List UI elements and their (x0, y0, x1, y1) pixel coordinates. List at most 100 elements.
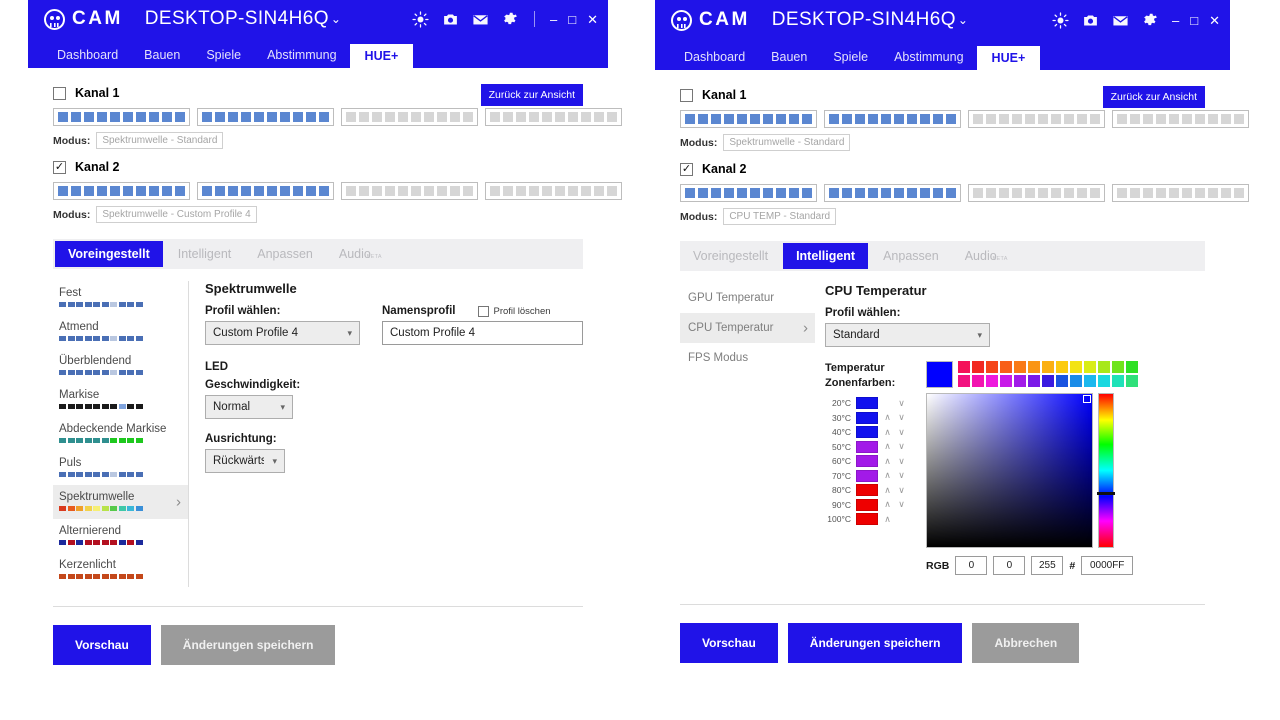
close-button[interactable]: ✕ (587, 13, 598, 26)
palette-swatch[interactable] (1056, 361, 1068, 373)
hue-slider[interactable] (1097, 393, 1115, 548)
subtab-anpassen[interactable]: Anpassen (244, 239, 326, 269)
nav-tab-bauen[interactable]: Bauen (758, 44, 820, 70)
subtab-intelligent[interactable]: Intelligent (165, 239, 245, 269)
chevron-up-icon[interactable]: ∧ (883, 485, 892, 496)
nav-tab-hueplus[interactable]: HUE+ (976, 46, 1041, 70)
palette-swatch[interactable] (1000, 361, 1012, 373)
palette-swatch[interactable] (1084, 361, 1096, 373)
minimize-button[interactable]: – (1172, 14, 1179, 27)
led-strip[interactable] (485, 182, 622, 200)
chevron-up-icon[interactable]: ∧ (883, 456, 892, 467)
hue-slider-knob[interactable] (1097, 491, 1115, 495)
save-changes-button[interactable]: Änderungen speichern (787, 623, 963, 663)
led-strip[interactable] (824, 184, 961, 202)
palette-swatch[interactable] (1042, 375, 1054, 387)
led-strip[interactable] (968, 110, 1105, 128)
palette-swatch[interactable] (986, 361, 998, 373)
palette-swatch[interactable] (1126, 375, 1138, 387)
led-strip[interactable] (53, 108, 190, 126)
save-changes-button[interactable]: Änderungen speichern (160, 625, 336, 665)
led-strip[interactable] (824, 110, 961, 128)
palette-swatch[interactable] (1070, 361, 1082, 373)
profile-select[interactable]: Custom Profile 4 ▾ (205, 321, 360, 345)
nav-tab-abstimmung[interactable]: Abstimmung (881, 44, 976, 70)
led-strip[interactable] (680, 184, 817, 202)
chevron-down-icon[interactable]: ∨ (897, 427, 906, 438)
chevron-up-icon[interactable]: ∧ (883, 412, 892, 423)
led-strip[interactable] (53, 182, 190, 200)
zone-color-swatch[interactable] (856, 411, 878, 424)
palette-swatch[interactable] (972, 375, 984, 387)
palette-swatch[interactable] (1112, 361, 1124, 373)
machine-selector-left[interactable]: DESKTOP-SIN4H6Q ⌄ (145, 8, 342, 30)
palette-swatch[interactable] (1028, 361, 1040, 373)
preset-item[interactable]: Atmend (53, 315, 188, 349)
led-strip[interactable] (968, 184, 1105, 202)
rgb-green-input[interactable]: 0 (993, 556, 1026, 575)
channel-2-checkbox[interactable]: ✓ (53, 160, 66, 174)
chevron-down-icon[interactable]: ∨ (897, 456, 906, 467)
led-strip[interactable] (197, 108, 334, 126)
chevron-down-icon[interactable]: ∨ (897, 485, 906, 496)
gear-icon[interactable] (1142, 12, 1159, 29)
mail-icon[interactable] (1112, 12, 1129, 29)
chevron-down-icon[interactable]: ∨ (897, 412, 906, 423)
nav-tab-dashboard[interactable]: Dashboard (44, 42, 131, 68)
current-color-swatch[interactable] (926, 361, 953, 388)
chevron-down-icon[interactable]: ∨ (897, 499, 906, 510)
subtab-voreingestellt[interactable]: Voreingestellt (680, 241, 781, 271)
chevron-down-icon[interactable]: ∨ (897, 441, 906, 452)
chevron-down-icon[interactable]: ∨ (897, 470, 906, 481)
name-profile-input[interactable]: Custom Profile 4 (382, 321, 583, 345)
channel-2-checkbox[interactable]: ✓ (680, 162, 693, 176)
mail-icon[interactable] (472, 11, 489, 28)
smart-mode-item[interactable]: GPU Temperatur (680, 283, 815, 313)
nav-tab-spiele[interactable]: Spiele (820, 44, 881, 70)
brightness-icon[interactable] (1052, 11, 1069, 29)
palette-swatch[interactable] (1098, 375, 1110, 387)
close-button[interactable]: ✕ (1209, 14, 1220, 27)
palette-swatch[interactable] (1112, 375, 1124, 387)
led-strip[interactable] (1112, 184, 1249, 202)
palette-swatch[interactable] (1042, 361, 1054, 373)
subtab-anpassen[interactable]: Anpassen (870, 241, 952, 271)
palette-swatch[interactable] (1126, 361, 1138, 373)
preset-item[interactable]: Spektrumwelle › (53, 485, 188, 519)
nav-tab-hueplus[interactable]: HUE+ (349, 44, 414, 68)
channel-1-checkbox[interactable] (680, 88, 693, 102)
zone-color-swatch[interactable] (856, 498, 878, 511)
palette-swatch[interactable] (986, 375, 998, 387)
machine-selector-right[interactable]: DESKTOP-SIN4H6Q ⌄ (772, 9, 969, 31)
cancel-button[interactable]: Abbrechen (972, 623, 1080, 663)
chevron-up-icon[interactable]: ∧ (883, 427, 892, 438)
maximize-button[interactable]: □ (568, 13, 576, 26)
led-strip[interactable] (680, 110, 817, 128)
zone-color-swatch[interactable] (856, 484, 878, 496)
preset-item[interactable]: Fest (53, 281, 188, 315)
preset-item[interactable]: Markise (53, 383, 188, 417)
zone-color-swatch[interactable] (856, 469, 878, 482)
subtab-intelligent[interactable]: Intelligent (783, 243, 869, 269)
zone-color-swatch[interactable] (856, 397, 878, 409)
channel-1-checkbox[interactable] (53, 86, 66, 100)
profile-select[interactable]: Standard ▾ (825, 323, 990, 347)
camera-icon[interactable] (442, 11, 459, 28)
palette-swatch[interactable] (1028, 375, 1040, 387)
camera-icon[interactable] (1082, 12, 1099, 29)
palette-swatch[interactable] (958, 361, 970, 373)
nav-tab-spiele[interactable]: Spiele (193, 42, 254, 68)
delete-profile-checkbox-group[interactable]: Profil löschen (477, 305, 551, 317)
nav-tab-bauen[interactable]: Bauen (131, 42, 193, 68)
speed-select[interactable]: Normal ▾ (205, 395, 293, 419)
chevron-up-icon[interactable]: ∧ (883, 470, 892, 481)
nav-tab-abstimmung[interactable]: Abstimmung (254, 42, 349, 68)
back-to-view-button[interactable]: Zurück zur Ansicht (1102, 86, 1205, 108)
zone-color-swatch[interactable] (856, 513, 878, 525)
smart-mode-item[interactable]: CPU Temperatur › (680, 313, 815, 343)
brightness-icon[interactable] (412, 10, 429, 28)
preset-item[interactable]: Kerzenlicht (53, 553, 188, 587)
smart-mode-item[interactable]: FPS Modus (680, 343, 815, 373)
chevron-down-icon[interactable]: ∨ (897, 398, 906, 409)
palette-swatch[interactable] (1014, 361, 1026, 373)
